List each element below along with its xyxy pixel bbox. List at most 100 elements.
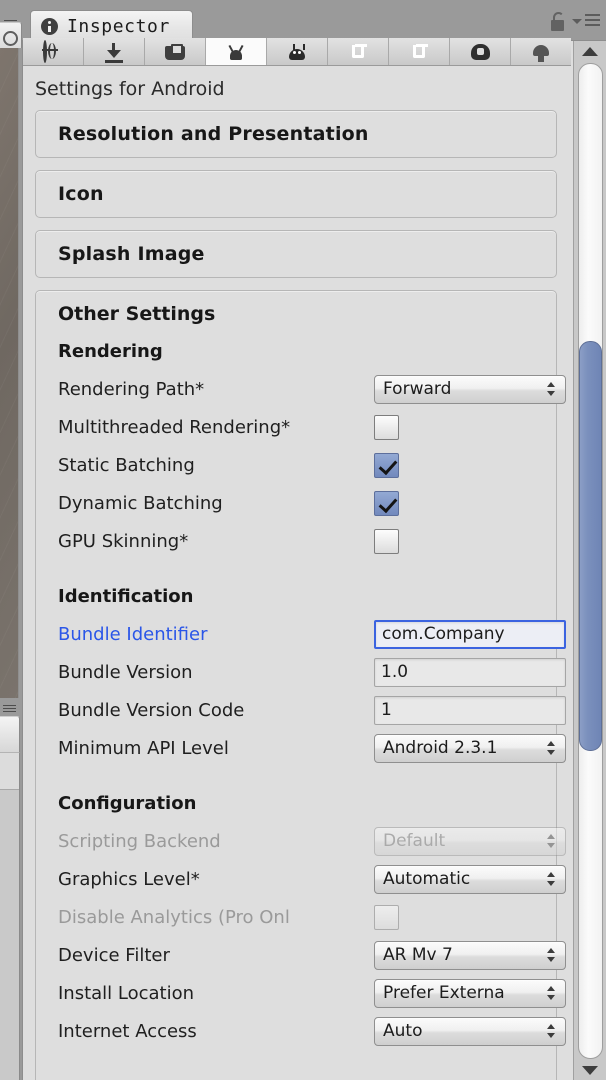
inspector-scrollview[interactable]: Settings for Android Resolution and Pres… bbox=[23, 66, 571, 1080]
field-wrap: Auto bbox=[374, 1016, 566, 1046]
unlocked-padlock-icon[interactable] bbox=[551, 12, 566, 31]
foldout-icon[interactable]: Icon bbox=[35, 170, 557, 218]
field-wrap bbox=[374, 414, 399, 440]
field-wrap: 1.0 bbox=[374, 657, 566, 687]
popup-device-filter[interactable]: AR Mv 7 bbox=[374, 940, 566, 970]
field-wrap bbox=[374, 528, 399, 554]
label-rendering-path: Rendering Path* bbox=[58, 378, 205, 400]
inspector-vertical-scrollbar[interactable] bbox=[573, 41, 606, 1080]
updown-arrows-icon bbox=[547, 381, 556, 397]
platform-tab-android[interactable] bbox=[206, 38, 267, 65]
field-wrap: Automatic bbox=[374, 864, 566, 894]
section-title-other-settings: Other Settings bbox=[58, 303, 216, 325]
row-install-location: Install Location Prefer Externa bbox=[36, 974, 566, 1012]
updown-arrows-icon bbox=[547, 740, 556, 756]
platform-tab-console[interactable] bbox=[511, 38, 571, 65]
field-wrap: Default bbox=[374, 826, 566, 856]
input-bundle-version[interactable]: 1.0 bbox=[374, 657, 566, 687]
platform-tab-ios[interactable] bbox=[145, 38, 206, 65]
checkbox-multithreaded-rendering[interactable] bbox=[374, 414, 399, 440]
checkbox-static-batching[interactable] bbox=[374, 452, 399, 478]
popup-internet-access[interactable]: Auto bbox=[374, 1016, 566, 1046]
popup-value: Default bbox=[383, 831, 446, 851]
input-bundle-version-code[interactable]: 1 bbox=[374, 695, 566, 725]
label-install-location: Install Location bbox=[58, 982, 195, 1004]
label-gpu-skinning: GPU Skinning* bbox=[58, 530, 189, 552]
label-dynamic-batching: Dynamic Batching bbox=[58, 492, 223, 514]
updown-arrows-icon bbox=[547, 947, 556, 963]
row-bundle-version-code: Bundle Version Code 1 bbox=[36, 691, 566, 729]
project-panel-sliver-body bbox=[0, 789, 19, 1080]
field-wrap: Android 2.3.1 bbox=[374, 733, 566, 763]
popup-scripting-backend: Default bbox=[374, 826, 566, 856]
input-value: com.Company bbox=[382, 624, 505, 644]
row-device-filter: Device Filter AR Mv 7 bbox=[36, 936, 566, 974]
updown-arrows-icon bbox=[547, 985, 556, 1001]
foldout-label: Resolution and Presentation bbox=[58, 123, 369, 145]
checkbox-dynamic-batching[interactable] bbox=[374, 490, 399, 516]
row-bundle-identifier: Bundle Identifier com.Company bbox=[36, 615, 566, 653]
label-bundle-version: Bundle Version bbox=[58, 661, 193, 683]
download-icon bbox=[103, 42, 125, 64]
triangle-up-icon[interactable] bbox=[582, 47, 598, 56]
cyan-square-icon bbox=[408, 42, 430, 64]
popup-install-location[interactable]: Prefer Externa bbox=[374, 978, 566, 1008]
platform-tab-windows-store[interactable] bbox=[389, 38, 450, 65]
foldout-splash-image[interactable]: Splash Image bbox=[35, 230, 557, 278]
platform-tab-web-player[interactable] bbox=[23, 38, 84, 65]
platform-tab-blackberry[interactable] bbox=[267, 38, 328, 65]
row-rendering-path: Rendering Path* Forward bbox=[36, 370, 566, 408]
foldout-label: Icon bbox=[58, 183, 104, 205]
label-disable-analytics: Disable Analytics (Pro Onl bbox=[58, 906, 290, 928]
section-other-settings: Other Settings Rendering Rendering Path*… bbox=[35, 290, 566, 1080]
label-multithreaded-rendering: Multithreaded Rendering* bbox=[58, 416, 291, 438]
popup-value: Automatic bbox=[383, 869, 471, 889]
label-internet-access: Internet Access bbox=[58, 1020, 197, 1042]
popup-minimum-api-level[interactable]: Android 2.3.1 bbox=[374, 733, 566, 763]
popup-rendering-path[interactable]: Forward bbox=[374, 374, 566, 404]
triangle-down-icon[interactable] bbox=[582, 1066, 598, 1075]
checkbox-gpu-skinning[interactable] bbox=[374, 528, 399, 554]
label-minimum-api-level: Minimum API Level bbox=[58, 737, 229, 759]
platform-tab-wp8[interactable] bbox=[328, 38, 389, 65]
field-wrap: AR Mv 7 bbox=[374, 940, 566, 970]
platform-tab-tizen[interactable] bbox=[450, 38, 511, 65]
field-wrap bbox=[374, 490, 399, 516]
popup-graphics-level[interactable]: Automatic bbox=[374, 864, 566, 894]
row-graphics-level: Graphics Level* Automatic bbox=[36, 860, 566, 898]
left-docked-panels-strip bbox=[0, 0, 22, 1080]
row-static-batching: Static Batching bbox=[36, 446, 556, 484]
row-gpu-skinning: GPU Skinning* bbox=[36, 522, 556, 560]
left-panel-tab-stub-project[interactable] bbox=[0, 716, 20, 752]
left-panel-tab-stub-scene[interactable] bbox=[0, 22, 22, 48]
hamburger-menu-icon[interactable] bbox=[572, 13, 600, 28]
scrollbar-thumb[interactable] bbox=[579, 341, 602, 751]
row-bundle-version: Bundle Version 1.0 bbox=[36, 653, 566, 691]
label-bundle-identifier: Bundle Identifier bbox=[58, 623, 208, 645]
field-wrap: com.Company bbox=[374, 619, 566, 649]
popup-value: Auto bbox=[383, 1021, 423, 1041]
project-panel-sliver[interactable] bbox=[0, 752, 20, 1080]
row-internet-access: Internet Access Auto bbox=[36, 1012, 566, 1050]
platform-tab-standalone[interactable] bbox=[84, 38, 145, 65]
updown-arrows-icon bbox=[547, 871, 556, 887]
robot-head-icon bbox=[286, 44, 308, 64]
left-panel-menu-icon-2[interactable] bbox=[3, 705, 16, 714]
row-dynamic-batching: Dynamic Batching bbox=[36, 484, 556, 522]
input-bundle-identifier[interactable]: com.Company bbox=[374, 619, 566, 649]
updown-arrows-icon bbox=[547, 1023, 556, 1039]
group-title-identification: Identification bbox=[58, 586, 194, 607]
android-icon bbox=[225, 44, 247, 64]
group-title-configuration: Configuration bbox=[58, 793, 197, 814]
inspector-panel: Settings for Android Resolution and Pres… bbox=[22, 38, 606, 1080]
popup-value: Forward bbox=[383, 379, 452, 399]
tab-inspector-label: Inspector bbox=[67, 16, 170, 37]
field-wrap bbox=[374, 904, 399, 930]
green-square-icon bbox=[347, 42, 369, 64]
label-graphics-level: Graphics Level* bbox=[58, 868, 200, 890]
label-scripting-backend: Scripting Backend bbox=[58, 830, 221, 852]
scene-view-sliver[interactable] bbox=[0, 48, 19, 698]
foldout-resolution-and-presentation[interactable]: Resolution and Presentation bbox=[35, 110, 557, 158]
updown-arrows-icon bbox=[547, 833, 556, 849]
